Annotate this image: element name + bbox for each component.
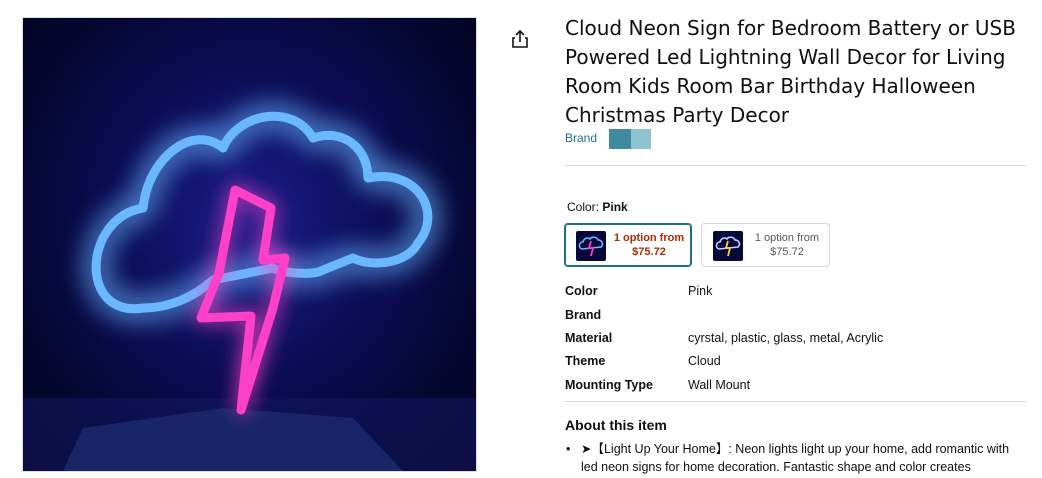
- pink-variant-thumbnail: [576, 231, 606, 261]
- about-title: About this item: [565, 417, 667, 433]
- option-availability: 1 option from: [613, 232, 685, 244]
- spec-key: Brand: [565, 308, 602, 322]
- share-icon[interactable]: [509, 28, 531, 50]
- bullet-text: ➤【Light Up Your Home】: Neon lights light…: [581, 442, 1010, 474]
- option-price: $75.72: [770, 246, 804, 258]
- brand-link[interactable]: Brand: [565, 131, 597, 145]
- spec-value: cyrstal, plastic, glass, metal, Acrylic: [688, 331, 884, 345]
- divider: [565, 401, 1026, 402]
- brand-name-redacted: [609, 129, 653, 149]
- divider: [565, 165, 1026, 166]
- product-image[interactable]: [22, 17, 477, 472]
- spec-key: Color: [565, 284, 598, 298]
- variation-label: Color: Pink: [567, 200, 628, 214]
- option-price: $75.72: [632, 246, 666, 258]
- spec-key: Material: [565, 331, 613, 345]
- spec-value: Pink: [688, 284, 713, 298]
- spec-value: Wall Mount: [688, 378, 751, 392]
- bullet-marker: •: [566, 442, 571, 456]
- spec-key: Theme: [565, 354, 606, 368]
- color-option-pink[interactable]: 1 option from $75.72: [564, 223, 692, 267]
- neon-lightning-shape: [196, 185, 290, 415]
- color-option-yellow[interactable]: 1 option from $75.72: [701, 223, 830, 267]
- yellow-variant-thumbnail: [713, 231, 743, 261]
- neon-cloud-lightning-image: [23, 111, 476, 471]
- spec-value: Cloud: [688, 354, 721, 368]
- neon-cloud-shape: [91, 111, 433, 314]
- option-availability: 1 option from: [754, 232, 820, 244]
- product-title: Cloud Neon Sign for Bedroom Battery or U…: [565, 16, 1016, 127]
- spec-key: Mounting Type: [565, 378, 653, 392]
